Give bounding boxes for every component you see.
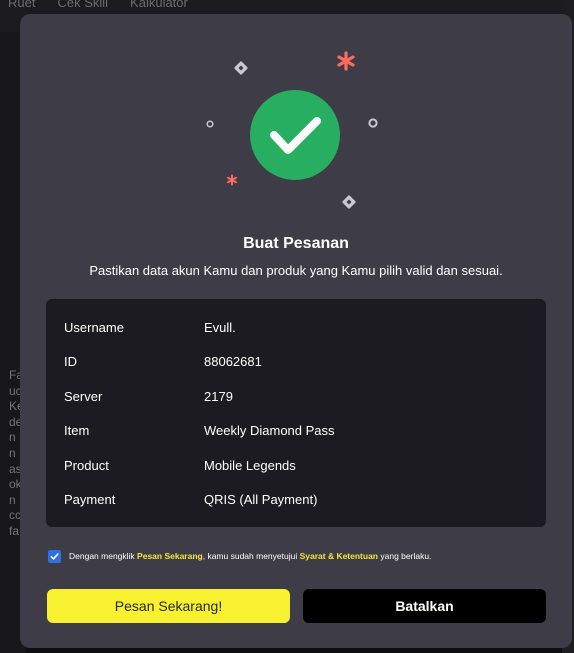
success-illustration [206, 51, 378, 209]
success-check-icon [250, 90, 340, 180]
syarat-ketentuan-link[interactable]: Syarat & Ketentuan [300, 551, 378, 561]
detail-row-payment: Payment QRIS (All Payment) [46, 483, 546, 518]
diamond-icon [342, 195, 356, 209]
ring-icon [206, 120, 214, 128]
checkmark-icon [50, 552, 59, 560]
detail-value: Weekly Diamond Pass [204, 423, 335, 439]
terms-agreement: Dengan mengklik Pesan Sekarang, kamu sud… [48, 546, 548, 566]
modal-title: Buat Pesanan [243, 235, 349, 252]
detail-value: 2179 [204, 388, 233, 404]
detail-label: Item [64, 423, 90, 439]
terms-suffix: yang berlaku. [378, 551, 432, 561]
order-confirmation-modal: Buat Pesanan Pastikan data akun Kamu dan… [20, 14, 572, 648]
detail-row-username: Username Evull. [46, 310, 546, 345]
star-icon [337, 51, 355, 71]
nav-item-ruet: Ruet [8, 0, 36, 10]
detail-label: Server [64, 388, 103, 404]
detail-value: Evull. [204, 319, 236, 335]
detail-label: ID [64, 354, 77, 370]
star-icon [227, 174, 237, 186]
terms-checkbox[interactable] [48, 549, 61, 563]
detail-label: Payment [64, 492, 116, 508]
diamond-icon [234, 61, 248, 75]
detail-label: Username [64, 319, 124, 335]
nav-item-cek-skill: Cek Skill [57, 0, 109, 10]
detail-value: 88062681 [204, 354, 262, 370]
detail-label: Product [64, 457, 109, 473]
cancel-button[interactable]: Batalkan [303, 589, 546, 623]
detail-row-id: ID 88062681 [46, 345, 546, 380]
order-details-panel: Username Evull. ID 88062681 Server 2179 … [46, 299, 546, 527]
detail-row-item: Item Weekly Diamond Pass [46, 414, 546, 449]
confirm-order-button[interactable]: Pesan Sekarang! [47, 589, 290, 623]
terms-middle: , kamu sudah menyetujui [202, 551, 300, 561]
modal-subtitle: Pastikan data akun Kamu dan produk yang … [89, 263, 503, 278]
detail-value: Mobile Legends [204, 457, 296, 473]
detail-row-server: Server 2179 [46, 379, 546, 414]
detail-row-product: Product Mobile Legends [46, 448, 546, 483]
detail-value: QRIS (All Payment) [204, 492, 318, 508]
ring-icon [368, 118, 378, 128]
terms-text: Dengan mengklik Pesan Sekarang, kamu sud… [69, 551, 431, 561]
nav-item-kalkulator: Kalkulator [130, 0, 188, 10]
terms-prefix: Dengan mengklik [69, 551, 138, 561]
pesan-sekarang-link[interactable]: Pesan Sekarang [137, 551, 203, 561]
